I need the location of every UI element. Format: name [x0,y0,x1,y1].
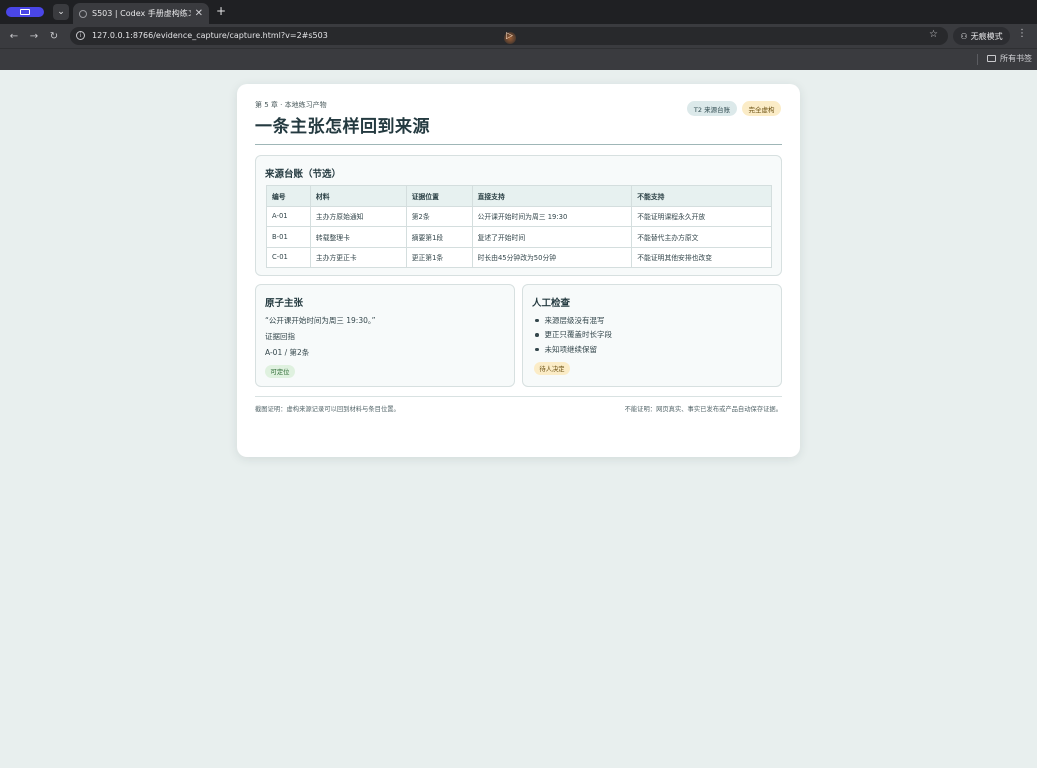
tab-title: S503 | Codex 手册虚构练习产 [92,9,191,18]
col-header-location: 证据位置 [405,185,473,207]
window-icon [20,9,30,15]
cell-not-supports: 不能证明其他安排也改变 [631,246,772,268]
cell-supports: 时长由45分钟改为50分钟 [471,246,633,268]
back-icon[interactable]: ← [7,29,21,43]
col-header-not-supports: 不能支持 [631,185,772,207]
table-row: C-01 主办方更正卡 更正第1条 时长由45分钟改为50分钟 不能证明其他安排… [266,246,772,268]
locatable-chip: 可定位 [265,365,295,378]
claim-title: 原子主张 [265,298,304,309]
check-item-text: 更正只覆盖时长字段 [544,330,613,340]
browser-menu-icon[interactable]: ⋮ [1017,28,1027,39]
cell-material: 主办方原始通知 [309,205,407,227]
cell-id: B-01 [266,226,311,248]
pending-decision-chip: 待人决定 [534,362,570,375]
active-tab[interactable]: S503 | Codex 手册虚构练习产 ✕ [73,3,209,24]
reload-icon[interactable]: ↻ [47,29,61,43]
cell-not-supports: 不能证明课程永久开放 [631,205,772,227]
check-item-text: 来源层级没有混写 [544,315,605,325]
title-divider [255,144,782,145]
tab-search-button[interactable]: ⌄ [53,4,69,20]
site-info-icon[interactable]: i [76,31,85,40]
cell-location: 摘要第1段 [405,226,473,248]
evidence-card: 第 5 章 · 本地练习产物 一条主张怎样回到来源 T2 来源台账 完全虚构 来… [237,84,800,457]
bullet-icon [535,318,539,322]
url-text[interactable]: 127.0.0.1:8766/evidence_capture/capture.… [92,30,328,42]
table-row: A-01 主办方原始通知 第2条 公开课开始时间为周三 19:30 不能证明课程… [266,205,772,227]
footer-divider [255,396,782,397]
cell-material: 转载整理卡 [309,226,407,248]
list-item: 未知项继续保留 [535,342,612,357]
chapter-kicker: 第 5 章 · 本地练习产物 [255,101,327,109]
incognito-label: 无痕模式 [970,31,1003,41]
check-title: 人工检查 [532,298,571,309]
cell-supports: 公开课开始时间为周三 19:30 [471,205,633,227]
page-viewport: 第 5 章 · 本地练习产物 一条主张怎样回到来源 T2 来源台账 完全虚构 来… [0,70,1037,768]
footer-cannot-prove: 不能证明：网页真实、事实已发布或产品自动保存证据。 [624,406,782,413]
ledger-table: 编号 材料 证据位置 直接支持 不能支持 A-01 主办方原始通知 第2条 公开… [266,185,772,268]
fictional-badge: 完全虚构 [742,101,781,116]
globe-icon [79,9,87,18]
cell-not-supports: 不能替代主办方原文 [631,226,772,248]
table-header-row: 编号 材料 证据位置 直接支持 不能支持 [266,185,772,207]
close-tab-icon[interactable]: ✕ [195,8,203,19]
cell-id: C-01 [266,246,311,268]
evidence-reference: A-01 / 第2条 [265,348,310,357]
mouse-cursor-icon: ▷ [504,31,516,44]
new-tab-button[interactable]: + [214,4,228,18]
bookmarks-divider [977,54,978,65]
list-item: 来源层级没有混写 [535,313,612,328]
evidence-label: 证据回指 [265,332,295,341]
ledger-title: 来源台账（节选） [265,169,342,180]
all-bookmarks-button[interactable]: 所有书签 [987,53,1032,64]
bookmark-star-icon[interactable]: ☆ [929,29,938,40]
cell-supports: 复述了开始时间 [471,226,633,248]
col-header-id: 编号 [266,185,311,207]
claim-quote: “公开课开始时间为周三 19:30。” [265,316,376,325]
cell-location: 更正第1条 [405,246,473,268]
all-bookmarks-label: 所有书签 [1000,54,1032,63]
source-ledger-badge: T2 来源台账 [687,101,737,116]
col-header-material: 材料 [309,185,407,207]
incognito-indicator[interactable]: ⚇ 无痕模式 [953,27,1010,45]
page-title: 一条主张怎样回到来源 [255,117,430,137]
cell-material: 主办方更正卡 [309,246,407,268]
profile-button[interactable] [6,7,44,17]
cell-id: A-01 [266,205,311,227]
bookmarks-bar: 所有书签 [0,48,1037,70]
incognito-icon: ⚇ [960,31,968,41]
check-list: 来源层级没有混写 更正只覆盖时长字段 未知项继续保留 [535,313,612,357]
chevron-down-icon: ⌄ [57,7,65,17]
manual-check-panel: 人工检查 来源层级没有混写 更正只覆盖时长字段 未知项继续保留 待人决定 [522,284,782,387]
cell-location: 第2条 [405,205,473,227]
table-row: B-01 转载整理卡 摘要第1段 复述了开始时间 不能替代主办方原文 [266,226,772,248]
bullet-icon [535,333,539,337]
browser-tab-strip: ⌄ S503 | Codex 手册虚构练习产 ✕ + [0,0,1037,24]
forward-icon[interactable]: → [27,29,41,43]
bullet-icon [535,347,539,351]
source-ledger-panel: 来源台账（节选） 编号 材料 证据位置 直接支持 不能支持 A-01 主办方原始 [255,155,782,276]
atomic-claim-panel: 原子主张 “公开课开始时间为周三 19:30。” 证据回指 A-01 / 第2条… [255,284,515,387]
footer-proves: 截图证明：虚构来源记录可以回到材料与条目位置。 [255,406,400,413]
folder-icon [987,55,996,62]
col-header-supports: 直接支持 [471,185,633,207]
check-item-text: 未知项继续保留 [544,344,598,354]
list-item: 更正只覆盖时长字段 [535,328,612,343]
browser-toolbar: ← → ↻ i 127.0.0.1:8766/evidence_capture/… [0,24,1037,48]
